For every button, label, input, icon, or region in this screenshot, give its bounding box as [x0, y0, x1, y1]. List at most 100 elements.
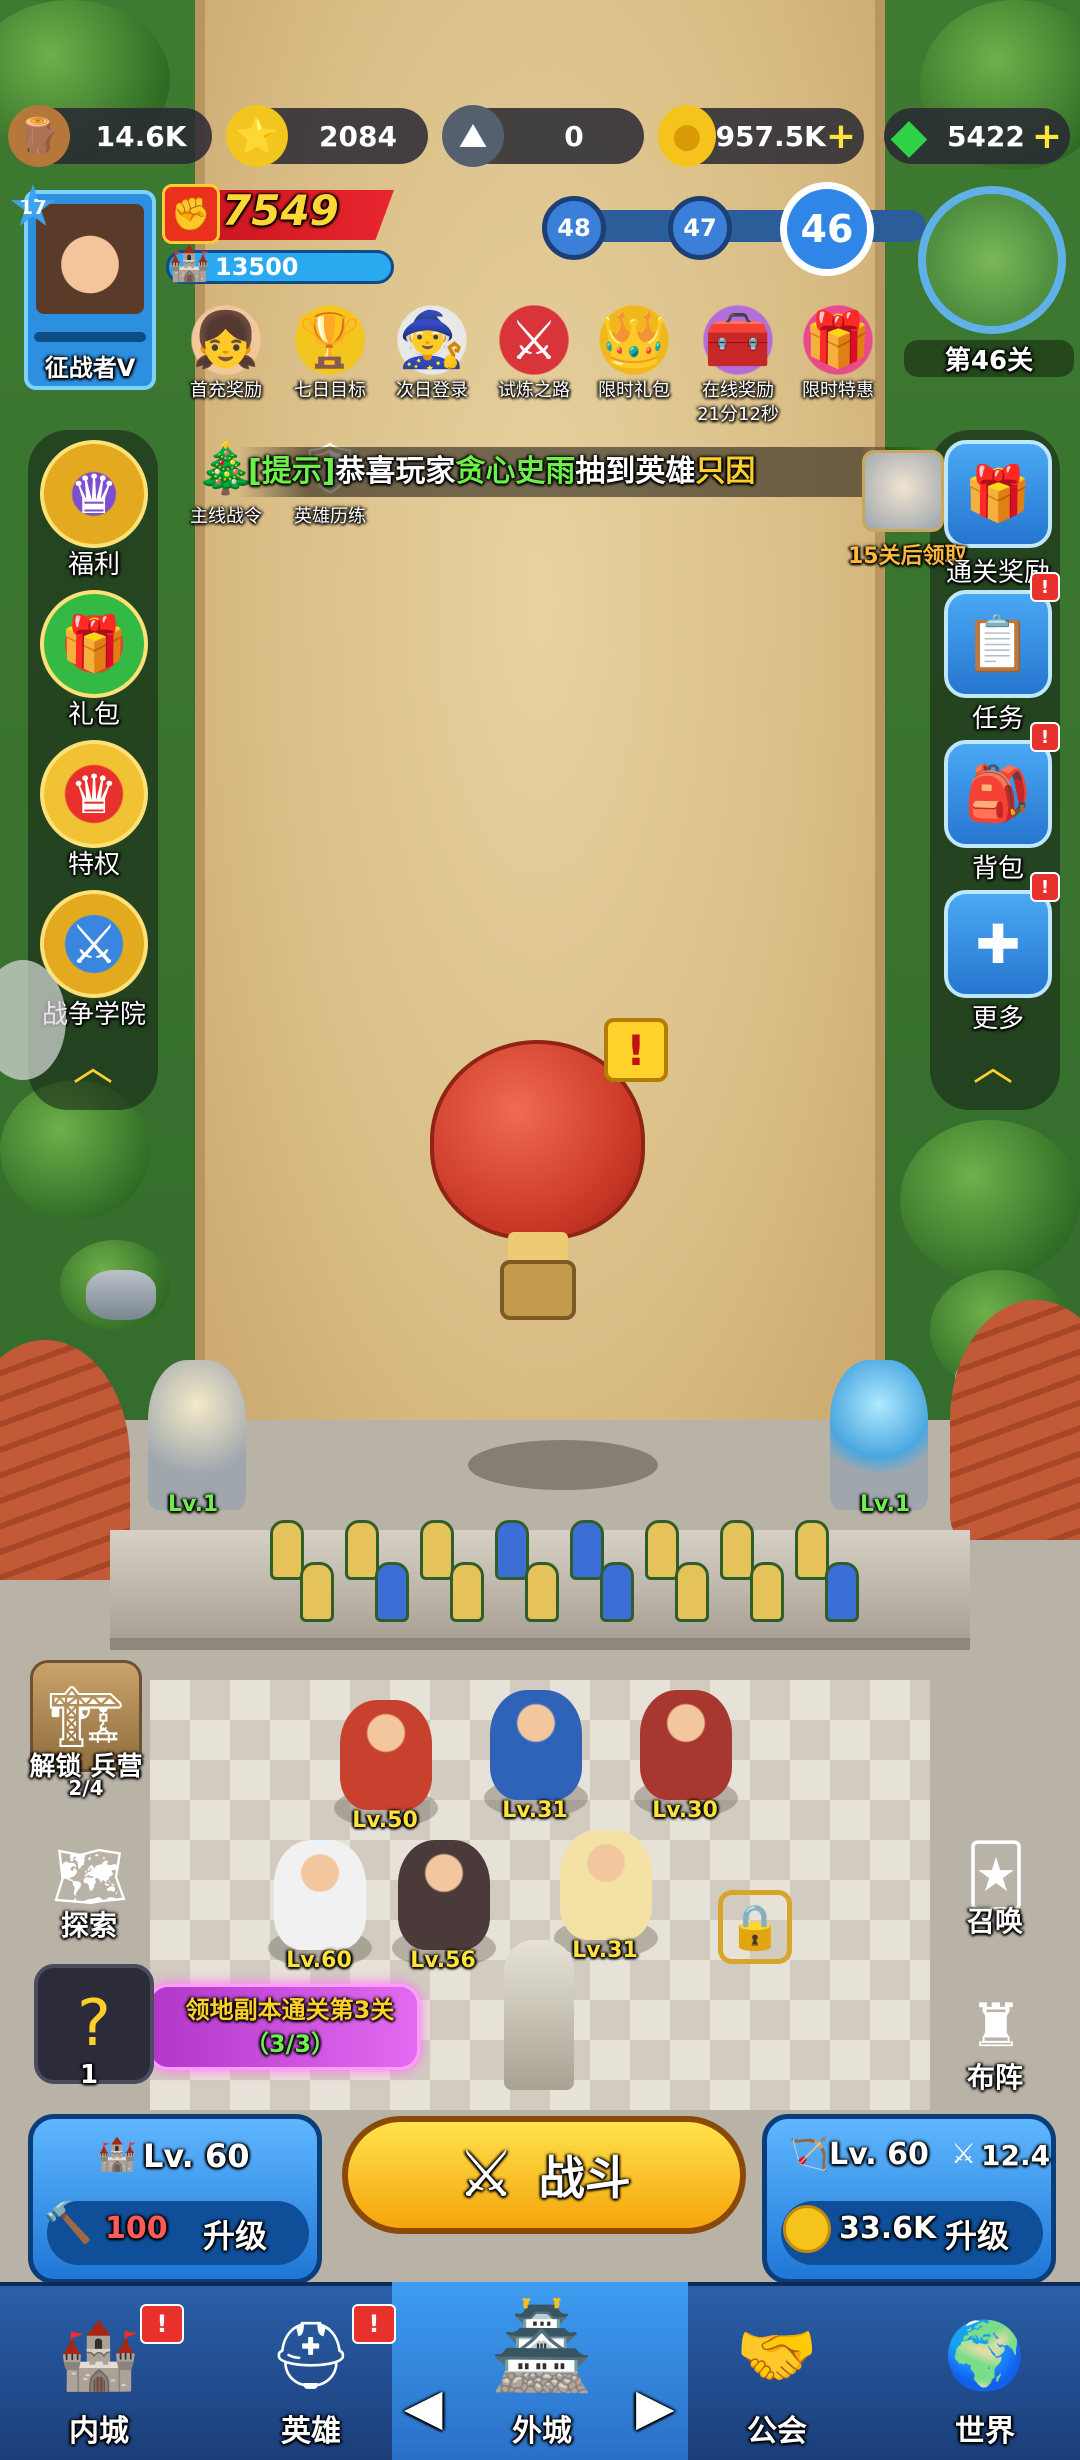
nav-item[interactable]: 🤝 公会: [692, 2282, 862, 2460]
hero-unit[interactable]: [274, 1840, 366, 1950]
hero-unit[interactable]: [640, 1690, 732, 1800]
quest-title: 领地副本通关第3关: [185, 1996, 395, 2024]
notification-badge: !: [140, 2304, 184, 2344]
soldier: [345, 1520, 379, 1580]
right-menu-label: 更多: [971, 1004, 1024, 1034]
resource-star-coin[interactable]: ⭐ 2084: [226, 105, 428, 167]
nav-icon: 🏯: [489, 2296, 595, 2395]
event-label: 试炼之路: [498, 380, 570, 401]
event-label: 英雄历练: [294, 506, 366, 527]
nav-icon: 🏰: [57, 2317, 141, 2394]
right-menu-button[interactable]: 🎒: [944, 740, 1052, 848]
avatar-portrait: [36, 204, 144, 314]
soldier: [300, 1562, 334, 1622]
hero-unit[interactable]: [490, 1690, 582, 1800]
right-upgrade-panel: 🏹 Lv. 60 ⚔ 12.4 33.6K 升级: [762, 2114, 1056, 2284]
soldier: [495, 1520, 529, 1580]
hero-level: Lv.56: [410, 1948, 476, 1973]
battle-button[interactable]: ⚔ 战斗: [342, 2116, 746, 2234]
archer-power: 12.4: [981, 2139, 1051, 2172]
left-collapse-chevron-icon[interactable]: ︿: [68, 1047, 118, 1087]
soldier: [720, 1520, 754, 1580]
event-button[interactable]: 🧙: [384, 292, 480, 388]
archer-upgrade-cost: 33.6K: [839, 2211, 937, 2246]
right-menu-button[interactable]: ✚: [944, 890, 1052, 998]
nav-label: 公会: [747, 2414, 807, 2449]
hero-level: Lv.50: [352, 1808, 418, 1833]
formation-label: 布阵: [966, 2061, 1023, 2094]
right-collapse-chevron-icon[interactable]: ︿: [968, 1047, 1018, 1087]
nav-label: 世界: [955, 2414, 1015, 2449]
nav-item[interactable]: 🏯 外城: [432, 2282, 652, 2460]
left-menu-label: 礼包: [67, 700, 120, 730]
resource-wood[interactable]: 🪵 14.6K: [8, 105, 212, 167]
event-label: 次日登录: [396, 380, 468, 401]
marquee-hero-name: 只因: [695, 454, 756, 489]
announcement-marquee: [提示]恭喜玩家贪心史雨抽到英雄只因: [238, 447, 928, 497]
population-value: 13500: [215, 253, 299, 281]
resource-gem[interactable]: ◆ 5422 +: [884, 108, 1070, 164]
wall-upgrade-cost: 100: [105, 2211, 168, 2246]
gold-coin-icon: ●: [658, 105, 716, 167]
clear-reward-button[interactable]: 🎁: [944, 440, 1052, 548]
power-value: 7549: [222, 186, 339, 235]
chess-rook-icon: ♜: [969, 1991, 1023, 2061]
event-label: 限时特惠: [802, 380, 874, 401]
event-button[interactable]: 🏆: [282, 292, 378, 388]
balloon-alert-icon[interactable]: !: [604, 1018, 668, 1082]
player-title: 征战者Ⅴ: [44, 354, 136, 382]
marquee-text: 抽到英雄: [575, 454, 696, 489]
nav-item[interactable]: 🌍 世界: [900, 2282, 1070, 2460]
soldier: [525, 1562, 559, 1622]
event-button[interactable]: 👧: [178, 292, 274, 388]
resource-gold[interactable]: ● 957.5K +: [658, 105, 864, 167]
wood-icon: 🪵: [8, 105, 70, 167]
left-tower[interactable]: [148, 1360, 246, 1510]
clear-reward-hero-icon: [862, 450, 944, 532]
hero-unit[interactable]: [560, 1830, 652, 1940]
soldier: [270, 1520, 304, 1580]
stage-label: 第46关: [904, 340, 1074, 377]
locked-slot-icon[interactable]: 🔒: [718, 1890, 792, 1964]
rock: [86, 1270, 156, 1320]
hero-level: Lv.60: [286, 1948, 352, 1973]
left-menu-button[interactable]: ♛: [40, 440, 148, 548]
left-menu-button[interactable]: 🎁: [40, 590, 148, 698]
nav-icon: 🤝: [735, 2317, 819, 2394]
left-menu-button[interactable]: ♛: [40, 740, 148, 848]
event-button[interactable]: 👑: [586, 292, 682, 388]
add-gold-icon[interactable]: +: [826, 116, 856, 157]
event-button[interactable]: 🧰: [690, 292, 786, 388]
resource-iron[interactable]: ⛰ 0: [442, 105, 644, 167]
gold-value: 957.5K: [715, 119, 826, 153]
hero-unit[interactable]: [398, 1840, 490, 1950]
left-menu-label: 特权: [67, 850, 120, 880]
star-coin-icon: ⭐: [226, 105, 288, 167]
right-menu-button[interactable]: 📋: [944, 590, 1052, 698]
nav-label: 外城: [512, 2414, 572, 2449]
gem-icon: ◆: [890, 108, 928, 164]
world-minimap[interactable]: [918, 186, 1066, 334]
soldier: [750, 1562, 784, 1622]
soldier: [375, 1562, 409, 1622]
event-button[interactable]: ⚔: [486, 292, 582, 388]
add-gem-icon[interactable]: +: [1032, 116, 1062, 157]
wall-icon: 🏰: [97, 2135, 137, 2173]
event-label: 在线奖励: [702, 380, 774, 401]
soldier: [645, 1520, 679, 1580]
notification-badge: !: [1030, 872, 1060, 902]
wall-upgrade-label: 升级: [203, 2217, 268, 2255]
gold-coin-icon: [783, 2205, 831, 2253]
soldier: [600, 1562, 634, 1622]
right-tower[interactable]: [830, 1360, 928, 1510]
event-label: 主线战令: [190, 506, 262, 527]
event-button[interactable]: 🎁: [790, 292, 886, 388]
soldier: [825, 1562, 859, 1622]
marquee-text: 恭喜玩家: [335, 454, 456, 489]
marquee-player-name: 贪心史雨: [455, 454, 576, 489]
left-tower-level: Lv.1: [168, 1492, 219, 1517]
summon-label: 召唤: [966, 1905, 1023, 1938]
hero-level: Lv.30: [652, 1798, 718, 1823]
hero-unit[interactable]: [340, 1700, 432, 1810]
hero-level: Lv.31: [502, 1798, 568, 1823]
